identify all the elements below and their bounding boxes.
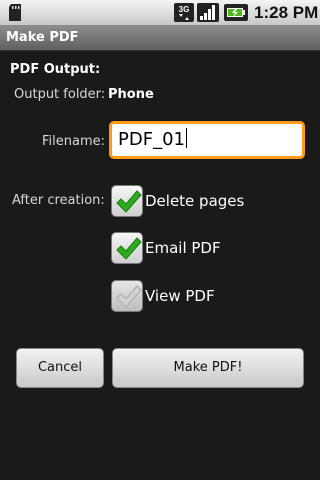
output-folder-value: Phone: [108, 87, 154, 102]
make-pdf-button[interactable]: Make PDF!: [112, 348, 304, 388]
checkmark-icon: [116, 237, 142, 260]
status-time: 1:28 PM: [254, 3, 319, 22]
signal-strength-icon: [197, 3, 219, 22]
delete-pages-label: Delete pages: [145, 192, 245, 210]
after-creation-label: After creation:: [12, 193, 105, 208]
cancel-button[interactable]: Cancel: [16, 348, 104, 388]
output-folder-label: Output folder:: [14, 87, 106, 102]
filename-label: Filename:: [42, 134, 106, 149]
email-pdf-label: Email PDF: [145, 239, 221, 257]
pdf-output-heading: PDF Output:: [10, 62, 101, 77]
view-pdf-label: View PDF: [145, 287, 215, 305]
view-pdf-checkbox[interactable]: [111, 280, 143, 312]
window-title: Make PDF: [6, 30, 79, 45]
sd-card-icon: [9, 4, 21, 21]
svg-text:3G: 3G: [179, 5, 190, 14]
text-caret: [185, 128, 187, 148]
filename-input[interactable]: PDF_01: [109, 121, 305, 159]
battery-charging-icon: [224, 4, 248, 21]
email-pdf-checkbox[interactable]: [111, 232, 143, 264]
status-bar: 3G 1:28 PM: [0, 0, 320, 26]
3g-data-icon: 3G: [174, 3, 194, 22]
delete-pages-checkbox[interactable]: [111, 185, 143, 217]
filename-value: PDF_01: [118, 129, 185, 150]
checkmark-disabled-icon: [116, 285, 142, 308]
title-bar: Make PDF: [0, 26, 320, 51]
checkmark-icon: [116, 190, 142, 213]
